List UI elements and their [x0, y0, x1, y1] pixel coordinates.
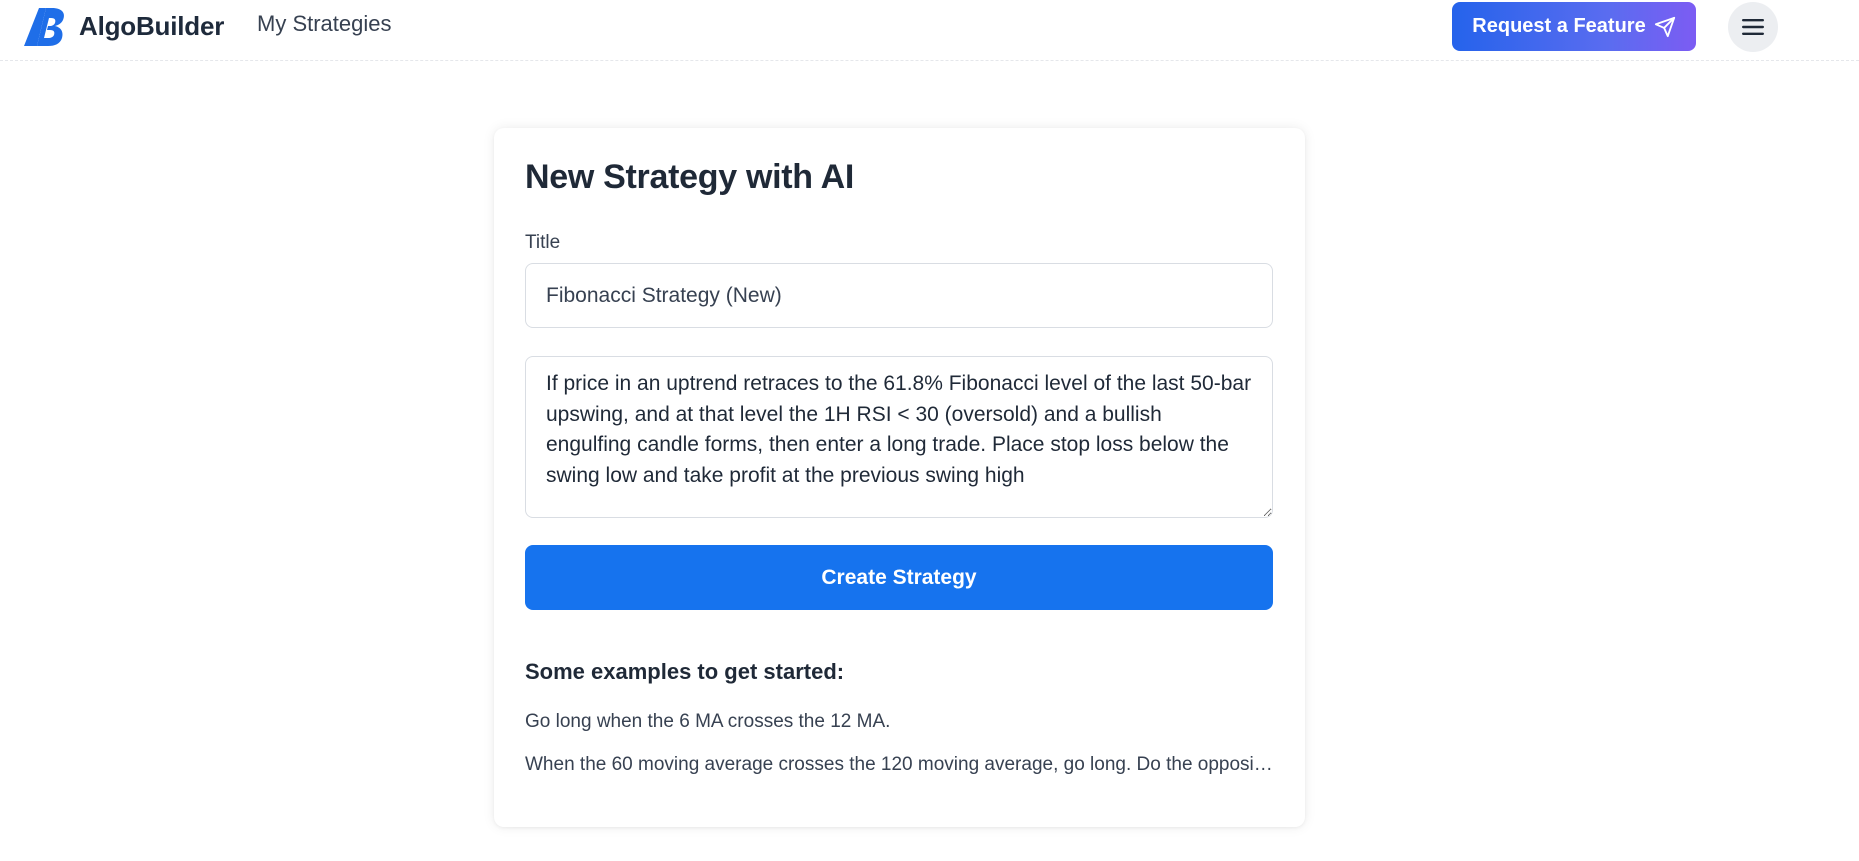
title-input[interactable]: [525, 263, 1273, 328]
page-title: New Strategy with AI: [525, 158, 855, 196]
new-strategy-card: New Strategy with AI Title If price in a…: [494, 128, 1305, 827]
algobuilder-logo-icon: [24, 8, 64, 46]
request-feature-label: Request a Feature: [1472, 15, 1646, 37]
create-strategy-button[interactable]: Create Strategy: [525, 545, 1273, 610]
brand-logo-link[interactable]: AlgoBuilder: [22, 6, 224, 46]
nav-my-strategies[interactable]: My Strategies: [257, 11, 392, 37]
strategy-description-textarea[interactable]: If price in an uptrend retraces to the 6…: [525, 356, 1273, 518]
request-feature-button[interactable]: Request a Feature: [1452, 2, 1696, 51]
example-item[interactable]: When the 60 moving average crosses the 1…: [525, 754, 1273, 776]
brand-name: AlgoBuilder: [79, 10, 225, 41]
hamburger-menu-button[interactable]: [1728, 2, 1778, 52]
send-icon: [1654, 16, 1675, 37]
examples-heading: Some examples to get started:: [525, 659, 845, 684]
top-navbar: AlgoBuilder My Strategies Request a Feat…: [0, 0, 1859, 61]
hamburger-menu-icon: [1742, 19, 1764, 35]
title-label: Title: [525, 232, 561, 253]
example-item[interactable]: Go long when the 6 MA crosses the 12 MA.: [525, 711, 1273, 733]
